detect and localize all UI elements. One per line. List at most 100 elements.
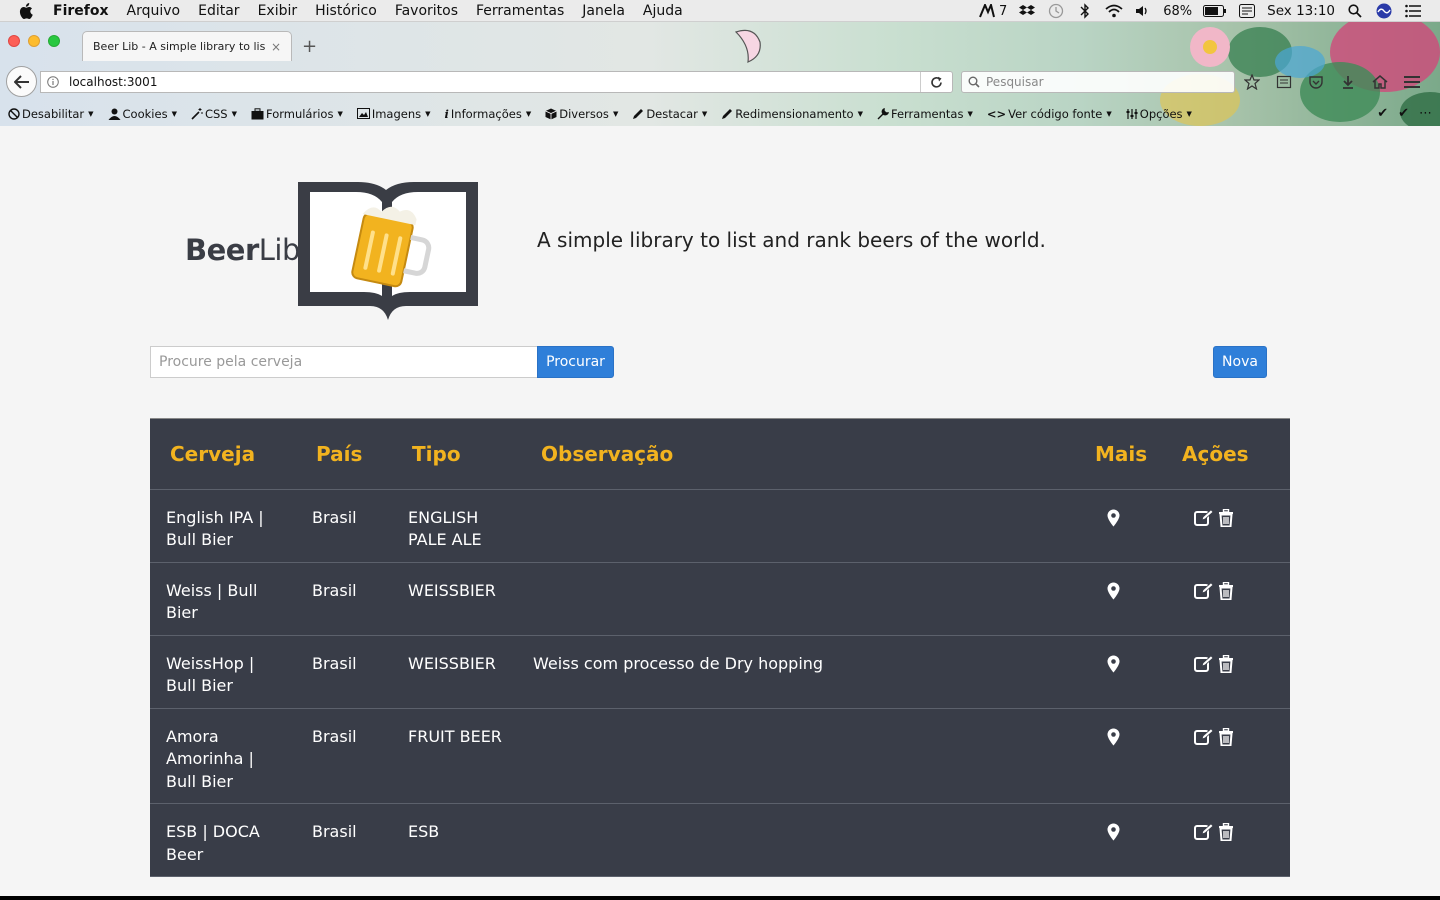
- edit-icon[interactable]: [1194, 654, 1214, 673]
- devbar-resize[interactable]: Redimensionamento ▼: [713, 107, 869, 121]
- siri-icon[interactable]: [1375, 3, 1393, 19]
- reload-icon[interactable]: [920, 72, 952, 92]
- column-header-notes[interactable]: Observação: [523, 419, 1093, 490]
- devbar-info[interactable]: i Informações ▼: [437, 107, 538, 121]
- checkmark-icon: ✔: [1377, 106, 1389, 121]
- devbar-highlight[interactable]: Destacar ▼: [624, 107, 713, 121]
- devbar-label: Cookies: [122, 106, 168, 121]
- edit-icon[interactable]: [1194, 727, 1214, 746]
- menu-arquivo[interactable]: Arquivo: [118, 0, 190, 22]
- pencil-icon: [633, 108, 644, 119]
- beer-name-cell: English IPA | Bull Bier: [150, 489, 296, 563]
- window-minimize-button[interactable]: [28, 35, 40, 47]
- notification-center-icon[interactable]: [1404, 4, 1422, 18]
- edit-icon[interactable]: [1194, 508, 1214, 527]
- beer-type-cell: ENGLISH PALE ALE: [394, 489, 523, 563]
- more-cell: [1093, 708, 1178, 804]
- devbar-disable[interactable]: Desabilitar ▼: [0, 107, 100, 121]
- menu-historico[interactable]: Histórico: [306, 0, 386, 22]
- column-header-type[interactable]: Tipo: [394, 419, 523, 490]
- new-tab-button[interactable]: +: [302, 36, 317, 57]
- browser-tab-active[interactable]: Beer Lib - A simple library to lis... ×: [82, 31, 292, 61]
- menu-editar[interactable]: Editar: [189, 0, 248, 22]
- wifi-icon[interactable]: [1105, 4, 1123, 18]
- home-icon[interactable]: [1370, 72, 1390, 92]
- menu-app-name[interactable]: Firefox: [53, 0, 118, 22]
- column-header-actions[interactable]: Ações: [1178, 419, 1290, 490]
- beer-table: Cerveja País Tipo Observação Mais Ações …: [150, 419, 1290, 877]
- edit-icon[interactable]: [1194, 581, 1214, 600]
- trash-icon[interactable]: [1218, 823, 1234, 841]
- menu-ajuda[interactable]: Ajuda: [634, 0, 692, 22]
- time-machine-icon[interactable]: [1047, 3, 1065, 19]
- apple-logo-icon[interactable]: [19, 0, 39, 22]
- table-row: Amora Amorinha | Bull Bier Brasil FRUIT …: [150, 708, 1290, 804]
- beer-type-cell: FRUIT BEER: [394, 708, 523, 804]
- url-text[interactable]: localhost:3001: [65, 75, 920, 89]
- map-marker-icon[interactable]: [1107, 728, 1120, 746]
- beer-notes-cell: Weiss com processo de Dry hopping: [523, 635, 1093, 709]
- menu-ferramentas[interactable]: Ferramentas: [467, 0, 573, 22]
- devbar-options[interactable]: Opções ▼: [1118, 107, 1198, 121]
- devbar-label: CSS: [204, 106, 228, 121]
- more-icon[interactable]: ⋯: [1419, 106, 1432, 121]
- web-search-bar[interactable]: Pesquisar: [961, 71, 1235, 93]
- column-header-beer[interactable]: Cerveja: [150, 419, 296, 490]
- table-row: English IPA | Bull Bier Brasil ENGLISH P…: [150, 489, 1290, 563]
- menu-janela[interactable]: Janela: [573, 0, 634, 22]
- dropbox-icon[interactable]: [1018, 4, 1036, 18]
- new-beer-button[interactable]: Nova: [1213, 346, 1267, 378]
- bluetooth-icon[interactable]: [1076, 3, 1094, 19]
- beer-type-cell: WEISSBIER: [394, 562, 523, 636]
- volume-icon[interactable]: [1134, 4, 1152, 18]
- trash-icon[interactable]: [1218, 727, 1234, 746]
- menu-favoritos[interactable]: Favoritos: [386, 0, 467, 22]
- magic-wand-icon: [191, 107, 203, 120]
- bookmark-star-icon[interactable]: [1242, 72, 1262, 92]
- search-button[interactable]: Procurar: [537, 346, 614, 378]
- window-zoom-button[interactable]: [48, 35, 60, 47]
- devbar-label: Formulários: [265, 106, 334, 121]
- battery-icon[interactable]: [1203, 4, 1227, 18]
- devbar-tools[interactable]: Ferramentas ▼: [869, 107, 979, 121]
- spotlight-search-icon[interactable]: [1346, 4, 1364, 18]
- url-bar[interactable]: localhost:3001: [40, 71, 953, 93]
- actions-cell: [1178, 562, 1290, 636]
- trash-icon[interactable]: [1218, 654, 1234, 673]
- back-button[interactable]: [6, 66, 37, 97]
- devbar-misc[interactable]: Diversos ▼: [537, 107, 624, 121]
- web-search-placeholder: Pesquisar: [986, 75, 1044, 89]
- logo-wordmark: BeerLib: [185, 233, 300, 267]
- devbar-css[interactable]: CSS ▼: [183, 107, 243, 121]
- devbar-forms[interactable]: Formulários ▼: [243, 107, 349, 121]
- beerlib-logo[interactable]: BeerLib: [185, 178, 485, 323]
- devbar-cookies[interactable]: Cookies ▼: [100, 107, 183, 121]
- book-beer-icon: [298, 182, 478, 320]
- pocket-icon[interactable]: [1306, 72, 1326, 92]
- beer-type-cell: WEISSBIER: [394, 635, 523, 709]
- devbar-view-source[interactable]: <> Ver código fonte ▼: [979, 107, 1118, 121]
- downloads-icon[interactable]: [1338, 72, 1358, 92]
- trash-icon[interactable]: [1218, 581, 1234, 600]
- input-source-icon[interactable]: [1238, 4, 1256, 18]
- map-marker-icon[interactable]: [1107, 509, 1120, 527]
- macos-menubar: Firefox Arquivo Editar Exibir Histórico …: [0, 0, 1440, 22]
- map-marker-icon[interactable]: [1107, 582, 1120, 600]
- map-marker-icon[interactable]: [1107, 823, 1120, 841]
- devbar-images[interactable]: Imagens ▼: [349, 107, 437, 121]
- app-notification-icon[interactable]: [978, 4, 996, 18]
- hamburger-menu-icon[interactable]: [1402, 72, 1422, 92]
- edit-icon[interactable]: [1194, 823, 1214, 841]
- trash-icon[interactable]: [1218, 508, 1234, 527]
- menu-exibir[interactable]: Exibir: [249, 0, 307, 22]
- column-header-more[interactable]: Mais: [1093, 419, 1178, 490]
- beer-search-input[interactable]: [150, 346, 538, 378]
- site-info-icon[interactable]: [41, 76, 65, 88]
- tab-close-icon[interactable]: ×: [271, 40, 281, 54]
- map-marker-icon[interactable]: [1107, 655, 1120, 673]
- briefcase-icon: [251, 107, 264, 119]
- bookmarks-library-icon[interactable]: [1274, 72, 1294, 92]
- clock[interactable]: Sex 13:10: [1267, 3, 1335, 19]
- column-header-country[interactable]: País: [296, 419, 394, 490]
- window-close-button[interactable]: [8, 35, 20, 47]
